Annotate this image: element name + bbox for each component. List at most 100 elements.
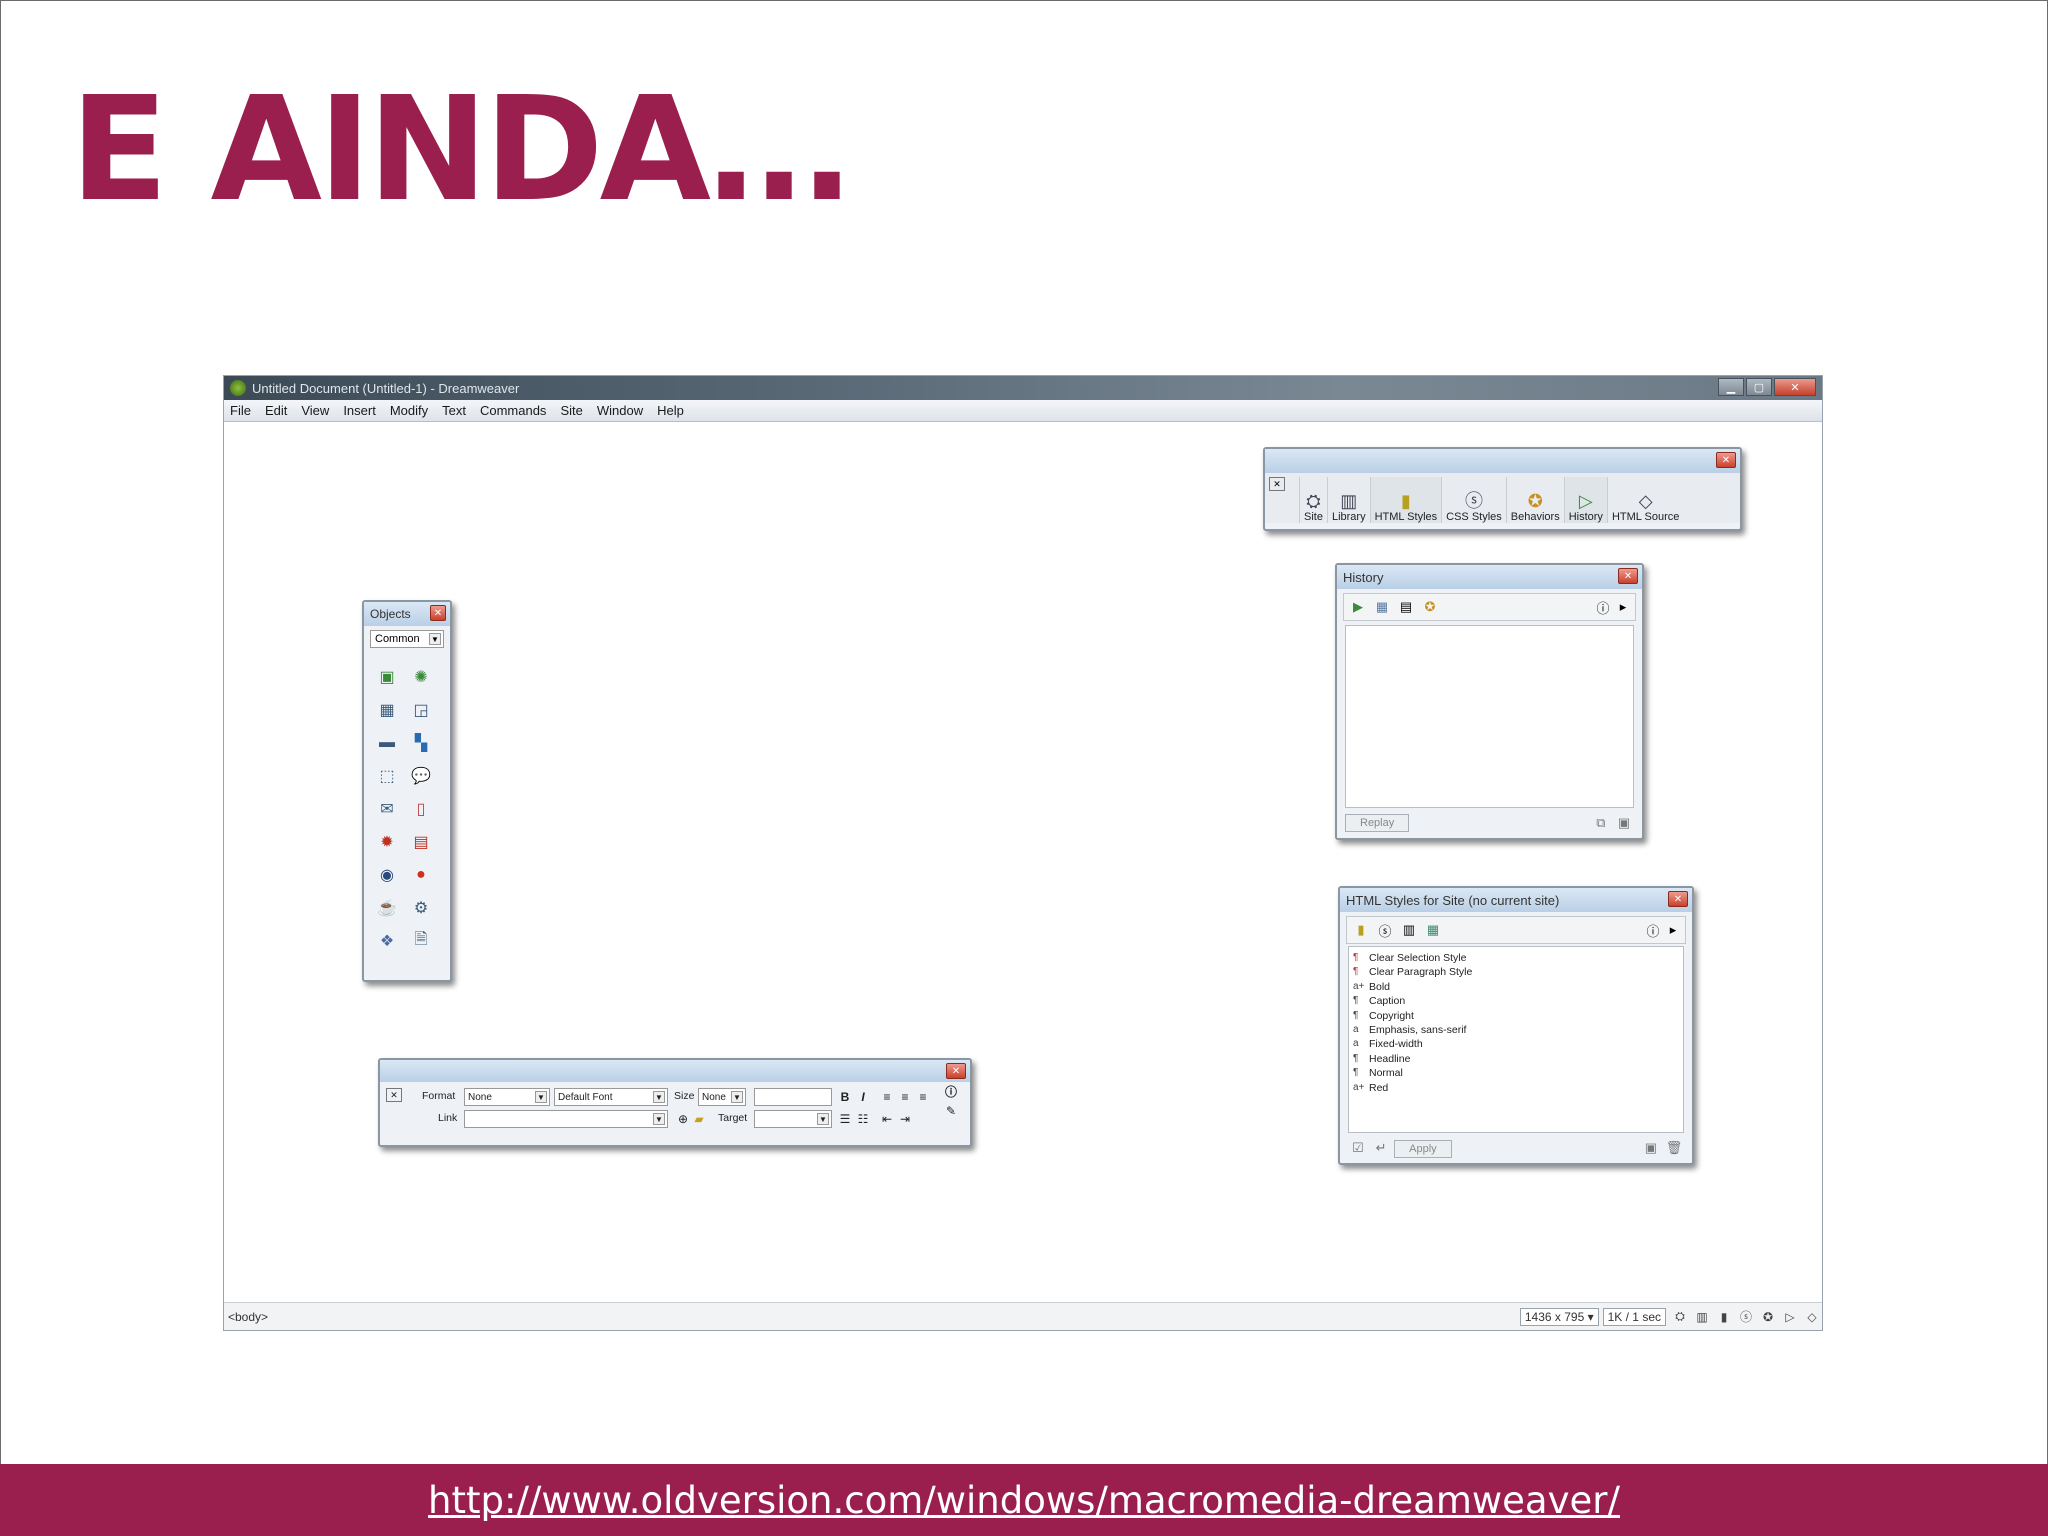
launcher-titlebar[interactable]: ✕ (1265, 449, 1740, 473)
collapse-icon[interactable]: ✕ (386, 1088, 402, 1102)
list-item[interactable]: a Fixed-width (1353, 1037, 1679, 1051)
collapse-icon[interactable]: ✕ (1269, 477, 1285, 491)
menu-text[interactable]: Text (442, 403, 466, 418)
templates-icon[interactable]: ▦ (1423, 920, 1443, 940)
window-titlebar[interactable]: Untitled Document (Untitled-1) - Dreamwe… (224, 376, 1822, 400)
align-right-icon[interactable]: ≡ (914, 1088, 932, 1106)
insert-plugin-icon[interactable]: ⚙ (408, 895, 434, 921)
html-styles-icon[interactable]: ▮ (1351, 920, 1371, 940)
behaviors-icon[interactable]: ✪ (1420, 597, 1440, 617)
font-select[interactable]: Default Font ▼ (554, 1088, 668, 1106)
launcher-html-source[interactable]: ◇ HTML Source (1606, 477, 1683, 523)
auto-apply-checkbox-icon[interactable]: ☑ (1348, 1138, 1368, 1158)
document-canvas[interactable] (224, 422, 1822, 1304)
play-icon[interactable]: ▶ (1348, 597, 1368, 617)
new-style-icon[interactable]: ▣ (1641, 1138, 1661, 1158)
insert-flash-text-icon[interactable]: ▤ (408, 829, 434, 855)
insert-email-link-icon[interactable]: ✉ (374, 796, 400, 822)
insert-table-icon[interactable]: ▦ (374, 697, 400, 723)
align-left-icon[interactable]: ≡ (878, 1088, 896, 1106)
list-item[interactable]: ¶ Caption (1353, 994, 1679, 1008)
menu-window[interactable]: Window (597, 403, 643, 418)
quick-tag-editor-icon[interactable]: ✎ (942, 1102, 960, 1120)
menu-insert[interactable]: Insert (343, 403, 376, 418)
menu-file[interactable]: File (230, 403, 251, 418)
bold-button[interactable]: B (836, 1088, 854, 1106)
launcher-behaviors[interactable]: ✪ Behaviors (1505, 477, 1564, 523)
align-center-icon[interactable]: ≡ (896, 1088, 914, 1106)
list-item[interactable]: ¶ Copyright (1353, 1009, 1679, 1023)
insert-activex-icon[interactable]: ❖ (374, 928, 400, 954)
insert-tabular-data-icon[interactable]: ◲ (408, 697, 434, 723)
insert-comment-icon[interactable]: 💬 (408, 763, 434, 789)
behaviors-icon[interactable]: ✪ (1760, 1309, 1776, 1325)
help-icon[interactable]: ⓘ (1643, 920, 1663, 940)
css-styles-icon[interactable]: ⓢ (1738, 1309, 1754, 1325)
window-size[interactable]: 1436 x 795 ▾ (1519, 1307, 1599, 1326)
folder-icon[interactable]: ▰ (690, 1110, 708, 1128)
launcher-css-styles[interactable]: ⓢ CSS Styles (1441, 477, 1506, 523)
launcher-history[interactable]: ▷ History (1563, 477, 1607, 523)
launcher-site[interactable]: ⛭ Site (1299, 477, 1327, 523)
properties-titlebar[interactable]: ✕ (380, 1060, 970, 1082)
insert-rollover-icon[interactable]: ✺ (408, 664, 434, 690)
launcher-library[interactable]: ▥ Library (1326, 477, 1370, 523)
indent-icon[interactable]: ⇥ (896, 1110, 914, 1128)
html-styles-icon[interactable]: ▮ (1716, 1309, 1732, 1325)
menu-help[interactable]: Help (657, 403, 684, 418)
close-icon[interactable]: ✕ (1716, 452, 1736, 468)
italic-button[interactable]: I (854, 1088, 872, 1106)
close-icon[interactable]: ✕ (946, 1063, 966, 1079)
ordered-list-icon[interactable]: ☷ (854, 1110, 872, 1128)
menu-edit[interactable]: Edit (265, 403, 287, 418)
insert-hr-icon[interactable]: ▬ (374, 730, 400, 756)
library-icon[interactable]: ▤ (1396, 597, 1416, 617)
save-icon[interactable]: ▣ (1614, 813, 1634, 833)
minimize-icon[interactable]: ▁ (1718, 378, 1744, 396)
insert-fireworks-icon[interactable]: ● (408, 862, 434, 888)
format-select[interactable]: None ▼ (464, 1088, 550, 1106)
insert-navigation-bar-icon[interactable]: ▚ (408, 730, 434, 756)
html-styles-titlebar[interactable]: HTML Styles for Site (no current site) ✕ (1340, 888, 1692, 912)
target-select[interactable]: ▼ (754, 1110, 832, 1128)
library-icon[interactable]: ▥ (1399, 920, 1419, 940)
html-source-icon[interactable]: ◇ (1804, 1309, 1820, 1325)
site-icon[interactable]: ⛭ (1672, 1309, 1688, 1325)
objects-category-select[interactable]: Common ▼ (370, 630, 444, 648)
panel-menu-icon[interactable]: ▸ (1613, 597, 1633, 617)
list-item[interactable]: ¶ Clear Paragraph Style (1353, 965, 1679, 979)
help-icon[interactable]: ⓘ (942, 1082, 960, 1100)
maximize-icon[interactable]: ▢ (1746, 378, 1772, 396)
insert-applet-icon[interactable]: ☕ (374, 895, 400, 921)
unordered-list-icon[interactable]: ☰ (836, 1110, 854, 1128)
outdent-icon[interactable]: ⇤ (878, 1110, 896, 1128)
list-item[interactable]: ¶ Headline (1353, 1052, 1679, 1066)
insert-server-include-icon[interactable]: 🗎 (408, 928, 434, 954)
list-item[interactable]: ¶ Normal (1353, 1066, 1679, 1080)
menu-view[interactable]: View (301, 403, 329, 418)
insert-layer-icon[interactable]: ⬚ (374, 763, 400, 789)
help-icon[interactable]: ⓘ (1593, 597, 1613, 617)
replay-button[interactable]: Replay (1345, 814, 1410, 832)
trash-icon[interactable]: 🗑 (1664, 1138, 1684, 1158)
tag-selector[interactable]: <body> (228, 1310, 1516, 1324)
close-icon[interactable]: ✕ (1774, 378, 1816, 396)
close-icon[interactable]: ✕ (430, 605, 446, 621)
list-item[interactable]: ¶ Clear Selection Style (1353, 951, 1679, 965)
css-styles-icon[interactable]: ⓢ (1375, 920, 1395, 940)
library-icon[interactable]: ▥ (1694, 1309, 1710, 1325)
close-icon[interactable]: ✕ (1618, 568, 1638, 584)
objects-titlebar[interactable]: Objects ✕ (364, 602, 450, 626)
menu-modify[interactable]: Modify (390, 403, 428, 418)
size-select[interactable]: None ▼ (698, 1088, 746, 1106)
menu-site[interactable]: Site (560, 403, 582, 418)
close-icon[interactable]: ✕ (1668, 891, 1688, 907)
link-input[interactable]: ▼ (464, 1110, 668, 1128)
launcher-html-styles[interactable]: ▮ HTML Styles (1369, 477, 1442, 523)
history-titlebar[interactable]: History ✕ (1337, 565, 1642, 589)
panel-menu-icon[interactable]: ▸ (1663, 920, 1683, 940)
list-item[interactable]: a+ Bold (1353, 980, 1679, 994)
footer-link[interactable]: http://www.oldversion.com/windows/macrom… (428, 1479, 1620, 1522)
insert-date-icon[interactable]: ▯ (408, 796, 434, 822)
color-field[interactable] (754, 1088, 832, 1106)
